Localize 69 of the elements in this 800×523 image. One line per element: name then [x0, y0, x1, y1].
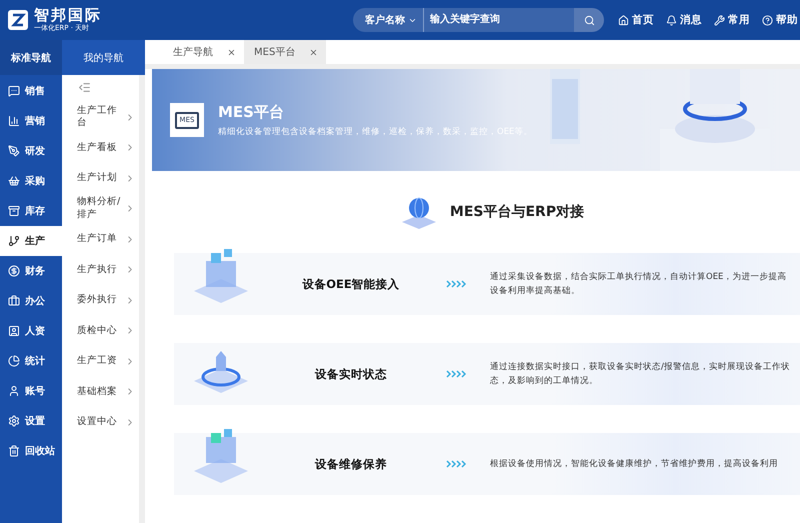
module-item[interactable]: 研发	[0, 136, 62, 166]
chat-icon	[8, 85, 20, 97]
chevrons-icon	[446, 280, 468, 288]
feature-title: 设备维修保养	[314, 456, 388, 472]
pie-chart-icon	[8, 355, 20, 367]
section-title: MES平台与ERP对接	[450, 203, 584, 221]
briefcase-icon	[8, 295, 20, 307]
submenu-item[interactable]: 委外执行	[62, 285, 139, 316]
module-item[interactable]: 生产	[0, 226, 62, 256]
trash-icon	[8, 445, 20, 457]
search-button[interactable]	[574, 8, 604, 32]
module-item[interactable]: 销售	[0, 76, 62, 106]
submenu-item[interactable]: 物料分析/排产	[62, 194, 139, 224]
archive-icon	[8, 205, 20, 217]
module-item[interactable]: 营销	[0, 106, 62, 136]
search-input[interactable]: 输入关键字查询	[424, 9, 574, 31]
module-item[interactable]: 办公	[0, 286, 62, 316]
submenu-item[interactable]: 生产执行	[62, 254, 139, 285]
module-item[interactable]: 回收站	[0, 436, 62, 466]
close-icon[interactable]	[227, 48, 236, 56]
feature-title: 设备OEE智能接入	[301, 276, 401, 292]
collapse-icon[interactable]	[78, 81, 91, 94]
bar-chart-icon	[8, 115, 20, 127]
chevrons-icon	[446, 370, 468, 378]
coin-icon	[8, 265, 20, 277]
submenu-item[interactable]: 设置中心	[62, 407, 139, 438]
module-item[interactable]: 设置	[0, 406, 62, 436]
header-link[interactable]: 消息	[666, 13, 702, 27]
submenu-item[interactable]: 基础档案	[62, 376, 139, 407]
module-item[interactable]: 账号	[0, 376, 62, 406]
feature-description: 通过连接数据实时接口，获取设备实时状态/报警信息，实时展现设备工作状态，及影响到的工单情况。	[490, 360, 791, 388]
banner-title: MES平台	[218, 102, 285, 122]
wrench-icon	[714, 14, 725, 26]
submenu-item[interactable]: 质检中心	[62, 316, 139, 346]
page-tab[interactable]: 生产导航	[163, 40, 244, 64]
nav-tab[interactable]: 我的导航	[62, 40, 145, 75]
submenu-item[interactable]: 生产计划	[62, 163, 139, 194]
feature-description: 根据设备使用情况，智能化设备健康维护，节省维护费用，提高设备利用	[490, 458, 779, 471]
user-icon	[8, 385, 20, 397]
chevrons-icon	[446, 460, 468, 468]
home-icon	[618, 14, 629, 26]
module-item[interactable]: 采购	[0, 166, 62, 196]
page-tab[interactable]: MES平台	[244, 40, 326, 64]
module-item[interactable]: 库存	[0, 196, 62, 226]
submenu-item[interactable]: 生产工资	[62, 346, 139, 376]
settings-icon	[8, 415, 20, 427]
module-item[interactable]: 统计	[0, 346, 62, 376]
header-link[interactable]: 首页	[618, 13, 654, 27]
basket-icon	[8, 175, 20, 187]
pen-icon	[8, 145, 20, 157]
feature-description: 通过采集设备数据，结合实际工单执行情况，自动计算OEE，为进一步提高设备利用率提高基础。	[490, 270, 788, 298]
logo-name: 智邦国际	[34, 8, 102, 23]
close-icon[interactable]	[309, 48, 318, 56]
submenu-item[interactable]: 生产工作台	[62, 102, 139, 132]
module-item[interactable]: 财务	[0, 256, 62, 286]
submenu-item[interactable]: 生产订单	[62, 224, 139, 254]
header-link[interactable]: 常用	[714, 13, 750, 27]
branch-icon	[8, 235, 20, 247]
header-link[interactable]: 帮助	[762, 13, 798, 27]
feature-title: 设备实时状态	[314, 366, 388, 382]
help-icon	[762, 14, 773, 26]
logo-icon	[8, 10, 28, 30]
nav-tab[interactable]: 标准导航	[0, 40, 62, 75]
submenu-item[interactable]: 生产看板	[62, 132, 139, 163]
user-card-icon	[8, 325, 20, 337]
module-item[interactable]: 人资	[0, 316, 62, 346]
bell-icon	[666, 14, 677, 26]
search-icon	[584, 14, 594, 26]
scope-dropdown[interactable]: 客户名称	[353, 8, 423, 32]
